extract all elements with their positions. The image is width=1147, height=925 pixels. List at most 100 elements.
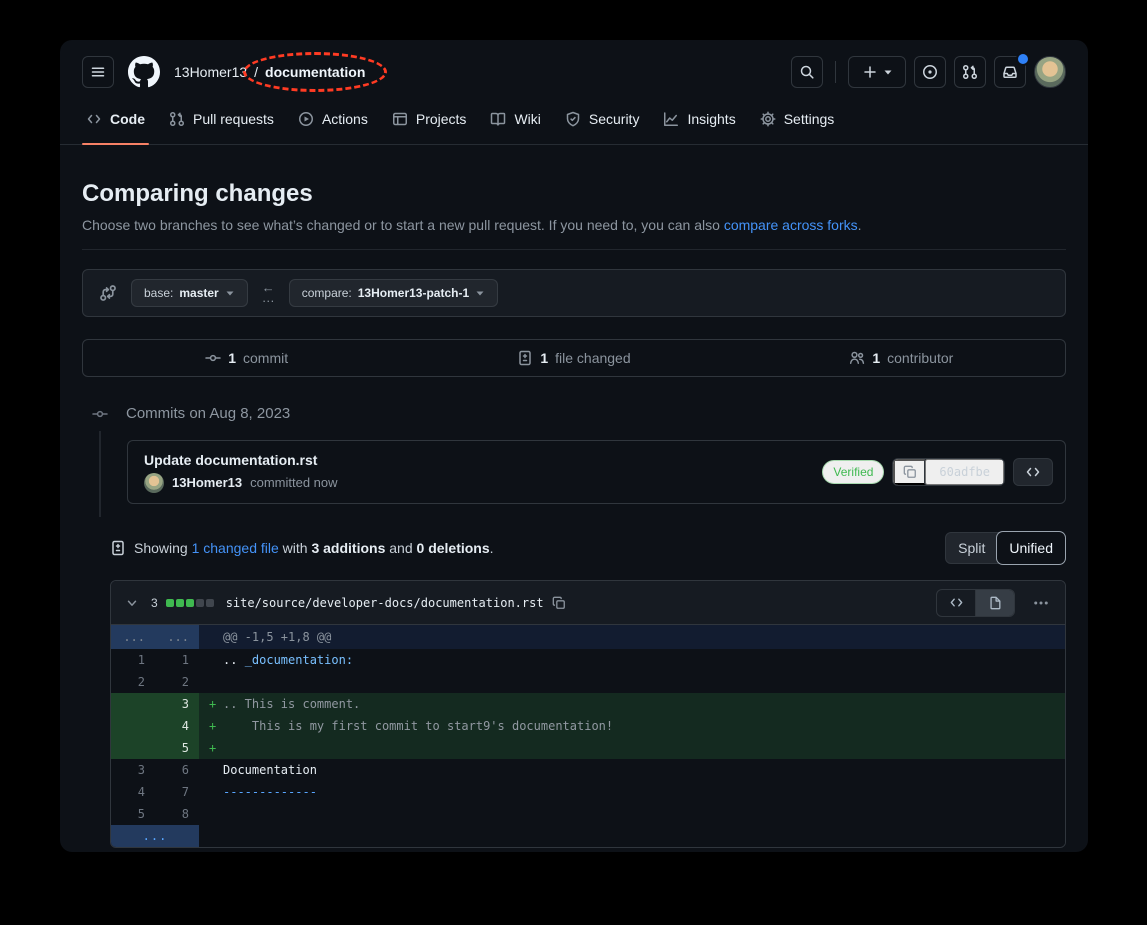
diff-line-content <box>199 671 1065 693</box>
diff-line-content: ------------- <box>199 781 1065 803</box>
tab-code[interactable]: Code <box>74 96 157 144</box>
old-line-number[interactable]: 3 <box>111 759 155 781</box>
diff-line-content: + This is my first commit to start9's do… <box>199 715 1065 737</box>
new-line-number[interactable]: 3 <box>155 693 199 715</box>
rich-view-button[interactable] <box>975 590 1014 616</box>
base-branch-name: master <box>179 286 218 300</box>
commits-date-heading: Commits on Aug 8, 2023 <box>126 405 290 422</box>
file-diff-header: 3 site/source/developer-docs/documentati… <box>111 581 1065 625</box>
browse-code-button[interactable] <box>1013 458 1053 486</box>
commit-title-link[interactable]: Update documentation.rst <box>144 452 338 468</box>
diff-line-content: + <box>199 737 1065 759</box>
old-line-number[interactable]: 1 <box>111 649 155 671</box>
user-avatar[interactable] <box>1034 56 1066 88</box>
old-line-number[interactable]: ... <box>111 625 155 649</box>
breadcrumb-owner[interactable]: 13Homer13 <box>174 64 247 80</box>
code-icon <box>949 595 964 610</box>
old-line-number[interactable]: 5 <box>111 803 155 825</box>
copy-sha-button[interactable] <box>893 459 925 485</box>
copy-path-icon[interactable] <box>552 596 566 610</box>
issue-opened-icon <box>922 64 938 80</box>
book-icon <box>490 111 506 127</box>
tab-label: Actions <box>322 111 368 127</box>
graph-icon <box>663 111 679 127</box>
git-commit-icon <box>205 350 221 366</box>
file-view-toggle <box>936 589 1015 617</box>
old-line-number[interactable] <box>111 737 155 759</box>
hamburger-menu-button[interactable] <box>82 56 114 88</box>
caret-down-icon <box>225 289 235 297</box>
pull-requests-button[interactable] <box>954 56 986 88</box>
tab-projects[interactable]: Projects <box>380 96 479 144</box>
tab-label: Settings <box>784 111 835 127</box>
chevron-down-icon[interactable] <box>121 596 143 610</box>
new-line-number[interactable]: 2 <box>155 671 199 693</box>
caret-down-icon <box>475 289 485 297</box>
new-line-number[interactable]: 5 <box>155 737 199 759</box>
new-line-number[interactable]: 4 <box>155 715 199 737</box>
source-view-button[interactable] <box>937 590 975 616</box>
tab-actions[interactable]: Actions <box>286 96 380 144</box>
git-compare-icon <box>99 284 117 302</box>
file-diff-icon <box>110 540 126 556</box>
hamburger-icon <box>90 64 106 80</box>
new-line-number[interactable]: 1 <box>155 649 199 671</box>
tab-insights[interactable]: Insights <box>651 96 747 144</box>
diffstat-neutral-block <box>196 599 204 607</box>
github-logo-icon[interactable] <box>128 56 160 88</box>
create-new-button[interactable] <box>848 56 906 88</box>
new-line-number[interactable]: 7 <box>155 781 199 803</box>
compare-branch-selector[interactable]: compare: 13Homer13-patch-1 <box>289 279 498 307</box>
commit-author-avatar[interactable] <box>144 473 164 493</box>
search-icon <box>799 64 815 80</box>
new-line-number[interactable]: 6 <box>155 759 199 781</box>
commits-stat[interactable]: 1 commit <box>83 350 410 366</box>
diff-row: 3+.. This is comment. <box>111 693 1065 715</box>
tab-security[interactable]: Security <box>553 96 652 144</box>
search-button[interactable] <box>791 56 823 88</box>
file-path[interactable]: site/source/developer-docs/documentation… <box>226 596 544 610</box>
old-line-number[interactable] <box>111 715 155 737</box>
base-label: base: <box>144 286 173 300</box>
new-line-number[interactable]: 8 <box>155 803 199 825</box>
diff-row: 11.. _documentation: <box>111 649 1065 671</box>
files-count: 1 <box>540 350 548 366</box>
diff-view-toggle: Split Unified <box>945 532 1066 564</box>
diff-row: 4+ This is my first commit to start9's d… <box>111 715 1065 737</box>
changed-file-link[interactable]: 1 changed file <box>192 540 279 556</box>
diff-row: 36Documentation <box>111 759 1065 781</box>
changes-summary-row: Showing 1 changed file with 3 additions … <box>110 532 1066 564</box>
commit-sha-link[interactable]: 60adfbe <box>925 459 1004 485</box>
files-label: file changed <box>555 350 631 366</box>
diff-sign: + <box>209 693 223 715</box>
tab-label: Wiki <box>514 111 540 127</box>
base-branch-selector[interactable]: base: master <box>131 279 248 307</box>
commit-author[interactable]: 13Homer13 <box>172 475 242 490</box>
git-commit-icon <box>92 406 108 422</box>
unified-toggle[interactable]: Unified <box>997 532 1065 564</box>
tab-pull-requests[interactable]: Pull requests <box>157 96 286 144</box>
kebab-menu-icon[interactable] <box>1033 595 1049 611</box>
git-pull-request-icon <box>169 111 185 127</box>
code-segment: ------------- <box>223 785 317 799</box>
files-changed-stat[interactable]: 1 file changed <box>410 350 737 366</box>
tab-label: Pull requests <box>193 111 274 127</box>
breadcrumb-repo[interactable]: documentation <box>265 64 365 80</box>
old-line-number[interactable]: 4 <box>111 781 155 803</box>
tab-wiki[interactable]: Wiki <box>478 96 552 144</box>
expand-hunk-button[interactable]: ... <box>111 825 199 847</box>
github-window: 13Homer13 / documentation <box>60 40 1088 852</box>
timeline-rail <box>99 431 101 517</box>
new-line-number[interactable]: ... <box>155 625 199 649</box>
old-line-number[interactable]: 2 <box>111 671 155 693</box>
compare-across-forks-link[interactable]: compare across forks <box>724 217 858 233</box>
verified-badge[interactable]: Verified <box>822 460 884 484</box>
split-toggle[interactable]: Split <box>946 532 997 564</box>
contributors-stat[interactable]: 1 contributor <box>738 350 1065 366</box>
issues-button[interactable] <box>914 56 946 88</box>
old-line-number[interactable] <box>111 693 155 715</box>
tab-settings[interactable]: Settings <box>748 96 847 144</box>
diff-line-content: .. _documentation: <box>199 649 1065 671</box>
diffstat-blocks <box>166 599 214 607</box>
page-title: Comparing changes <box>82 179 1066 209</box>
